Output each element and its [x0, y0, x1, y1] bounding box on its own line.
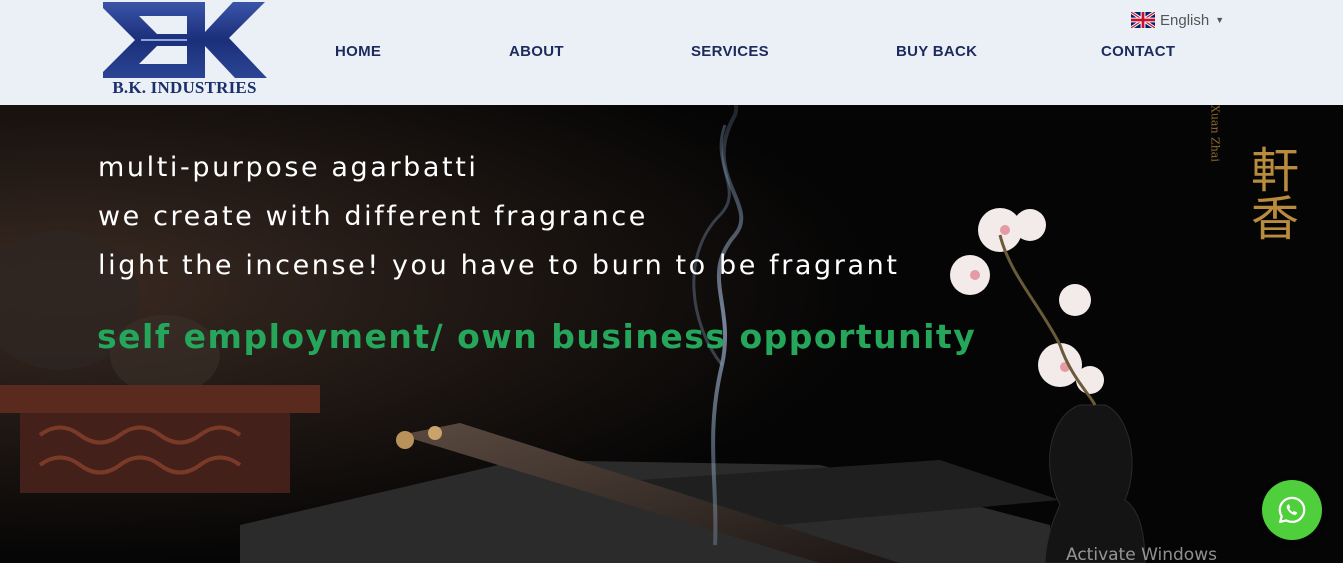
nav-home[interactable]: HOME — [335, 43, 381, 60]
nav-services[interactable]: SERVICES — [691, 43, 769, 60]
caret-down-icon: ▼ — [1215, 15, 1225, 25]
ek-logo-icon — [103, 2, 267, 78]
whatsapp-icon — [1278, 496, 1306, 524]
nav-contact[interactable]: CONTACT — [1101, 43, 1175, 60]
windows-activation-watermark: Activate Windows — [1066, 545, 1217, 563]
nav-about[interactable]: ABOUT — [509, 43, 564, 60]
hero-cta-heading: self employment/ own business opportunit… — [97, 317, 977, 356]
hero-banner: 軒香 Xuan Zhai multi-purpose agarbatti we … — [0, 105, 1343, 563]
hero-side-romanized: Xuan Zhai — [1209, 105, 1222, 162]
hero-line-3: light the incense! you have to burn to b… — [98, 250, 900, 281]
brand-name: B.K. INDUSTRIES — [112, 78, 257, 97]
hero-line-2: we create with different fragrance — [98, 201, 648, 232]
nav-buy-back[interactable]: BUY BACK — [896, 43, 977, 60]
language-label: English — [1160, 11, 1210, 29]
uk-flag-icon — [1131, 12, 1155, 28]
site-header: B.K. INDUSTRIES HOME ABOUT SERVICES BUY … — [0, 0, 1343, 105]
whatsapp-button[interactable] — [1262, 480, 1322, 540]
hero-side-chinese: 軒香 — [1242, 145, 1298, 241]
brand-logo[interactable]: B.K. INDUSTRIES — [101, 2, 268, 98]
hero-line-1: multi-purpose agarbatti — [98, 152, 479, 183]
language-selector[interactable]: English ▼ — [1131, 10, 1224, 30]
